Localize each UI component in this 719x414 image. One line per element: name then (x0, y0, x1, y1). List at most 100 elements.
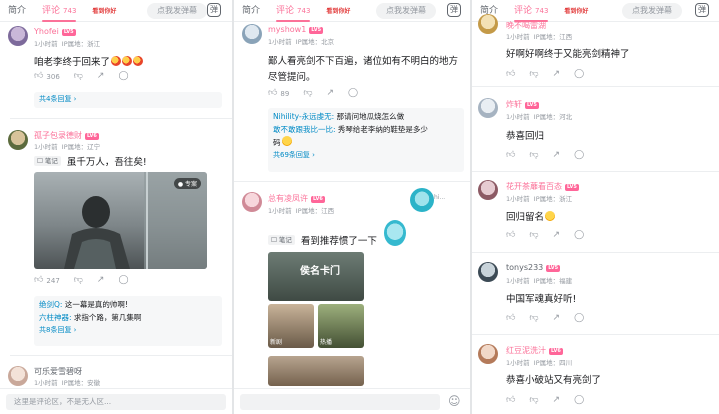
dislike-icon[interactable]: 👎︎ (529, 314, 538, 323)
comment-icon[interactable]: ◯ (348, 89, 358, 98)
username[interactable]: 总有凌凤许 LV6 (268, 193, 325, 204)
tab-comments[interactable]: 评论 743 (268, 0, 318, 22)
username[interactable]: 炸轩 LV5 (506, 99, 539, 110)
share-icon[interactable]: ↗ (97, 276, 105, 285)
comment-text-body: 虽千万人，吾往矣! (66, 157, 147, 168)
reply-summary[interactable]: 共4条回复 › (34, 92, 222, 108)
more-replies-link[interactable]: 共4条回复 › (39, 95, 76, 103)
avatar[interactable] (242, 192, 262, 212)
reply-author[interactable]: 敢不敢跟我比一比: (273, 125, 336, 134)
comment-icon[interactable]: ◯ (574, 70, 584, 79)
username[interactable]: 孤子包录德财 LV6 (34, 130, 99, 141)
ip-location: IP属地：江西 (295, 207, 335, 215)
ip-location: IP属地：江西 (533, 33, 573, 41)
comment-count: 743 (535, 6, 549, 15)
share-icon[interactable]: ↗ (553, 231, 561, 240)
thumbnail[interactable] (268, 356, 364, 386)
more-replies-link[interactable]: 共69条回复 › (273, 149, 459, 162)
danmu-input[interactable]: 点我发弹幕 (147, 3, 207, 19)
avatar[interactable] (8, 26, 28, 46)
share-icon[interactable]: ↗ (97, 72, 105, 81)
share-icon[interactable]: ↗ (553, 151, 561, 160)
comment-count: 743 (63, 6, 77, 15)
danmu-toggle-icon[interactable]: 弹 (695, 3, 709, 17)
dislike-icon[interactable]: 👎︎ (529, 70, 538, 79)
reply-author[interactable]: 绝剑Q: (39, 300, 62, 309)
avatar[interactable] (478, 180, 498, 200)
comment-text-line: 尽管提问。 (268, 72, 316, 83)
more-replies-link[interactable]: 共8条回复 › (39, 324, 217, 337)
like-button[interactable]: 👍︎ 247 (34, 276, 60, 285)
comment-image[interactable]: ● 专案 (34, 172, 207, 269)
comment-input[interactable] (240, 394, 440, 410)
share-icon[interactable]: ↗ (553, 396, 561, 405)
avatar[interactable] (8, 366, 28, 386)
comment-icon[interactable]: ◯ (574, 151, 584, 160)
comment-icon[interactable]: ◯ (574, 314, 584, 323)
emoji-icon[interactable]: ☺ (448, 395, 461, 407)
like-icon[interactable]: 👍︎ (506, 151, 515, 160)
tab-comments[interactable]: 评论 743 (506, 0, 556, 22)
danmu-input[interactable]: 点我发弹幕 (622, 3, 682, 19)
comment-icon[interactable]: ◯ (118, 276, 128, 285)
like-button[interactable]: 👍︎ 89 (268, 89, 289, 98)
dislike-icon[interactable]: 👎︎ (529, 151, 538, 160)
danmu-toggle-icon[interactable]: 弹 (207, 3, 221, 17)
dislike-icon[interactable]: 👎︎ (303, 89, 312, 98)
username[interactable]: 可乐爱雪碧呀 (34, 366, 82, 377)
tab-intro[interactable]: 简介 (0, 0, 34, 22)
comment-actions: 👍︎ 👎︎ ↗ ◯ (506, 231, 584, 240)
level-badge: LV6 (549, 348, 563, 355)
username[interactable]: 花开茶蘼看百态 LV5 (506, 181, 579, 192)
avatar[interactable] (8, 130, 28, 150)
danmu-input[interactable]: 点我发弹幕 (376, 3, 436, 19)
dislike-icon[interactable]: 👎︎ (529, 396, 538, 405)
reply-item[interactable]: 敢不敢跟我比一比: 秀琴给老李纳的鞋垫是多少 (273, 123, 459, 136)
thumbnail[interactable]: 热播 (318, 304, 364, 348)
like-icon: 👍︎ (34, 71, 44, 81)
like-icon[interactable]: 👍︎ (506, 314, 515, 323)
reply-author[interactable]: Nihility-永远虔无: (273, 112, 334, 121)
avatar[interactable] (478, 98, 498, 118)
promo-text: 看到你好 (92, 8, 117, 15)
reply-item[interactable]: 六柱神器: 求指个路，第几集啊 (39, 311, 217, 324)
thumbnail-title: 侯名卡门 (300, 266, 340, 277)
danmu-toggle-icon[interactable]: 弹 (447, 3, 461, 17)
dislike-icon[interactable]: 👎︎ (74, 72, 83, 81)
username[interactable]: tonys233 LV5 (506, 263, 561, 272)
note-tag-label: 笔记 (44, 157, 58, 165)
avatar[interactable] (242, 24, 262, 44)
like-icon[interactable]: 👍︎ (506, 396, 515, 405)
comment-actions: 👍︎ 👎︎ ↗ ◯ (506, 151, 584, 160)
comment-icon[interactable]: ◯ (574, 396, 584, 405)
like-icon[interactable]: 👍︎ (506, 70, 515, 79)
share-icon[interactable]: ↗ (553, 314, 561, 323)
comment-input[interactable]: 这里是评论区，不是无人区... (6, 394, 226, 410)
avatar[interactable] (478, 344, 498, 364)
reply-item[interactable]: 绝剑Q: 这一幕是真的帅啊! (39, 298, 217, 311)
thumbnail[interactable]: 新剧 (268, 304, 314, 348)
like-button[interactable]: 👍︎ 306 (34, 72, 60, 81)
username[interactable]: 红豆泥洗汁 LV6 (506, 345, 563, 356)
username[interactable]: Yhofei LV5 (34, 27, 76, 36)
avatar[interactable] (478, 14, 498, 34)
comment-icon[interactable]: ◯ (574, 231, 584, 240)
tab-comments[interactable]: 评论 743 (34, 0, 84, 22)
dislike-icon[interactable]: 👎︎ (529, 231, 538, 240)
dislike-icon[interactable]: 👎︎ (74, 276, 83, 285)
thumbnail[interactable]: 侯名卡门 (268, 252, 364, 301)
comment-icon[interactable]: ◯ (118, 72, 128, 81)
share-icon[interactable]: ↗ (326, 89, 334, 98)
like-icon[interactable]: 👍︎ (506, 231, 515, 240)
emoji-icon (545, 211, 556, 221)
share-icon[interactable]: ↗ (553, 70, 561, 79)
reply-item[interactable]: Nihility-永远虔无: 那请问地瓜烧怎么做 (273, 110, 459, 123)
tab-intro[interactable]: 简介 (234, 0, 268, 22)
level-badge: LV5 (525, 102, 539, 109)
like-count: 247 (46, 276, 60, 285)
username[interactable]: 晚不喝雷湖 (506, 20, 546, 31)
avatar[interactable] (478, 262, 498, 282)
reply-author[interactable]: 六柱神器: (39, 313, 72, 322)
divider (234, 181, 470, 182)
username[interactable]: myshow1 LV5 (268, 25, 324, 34)
